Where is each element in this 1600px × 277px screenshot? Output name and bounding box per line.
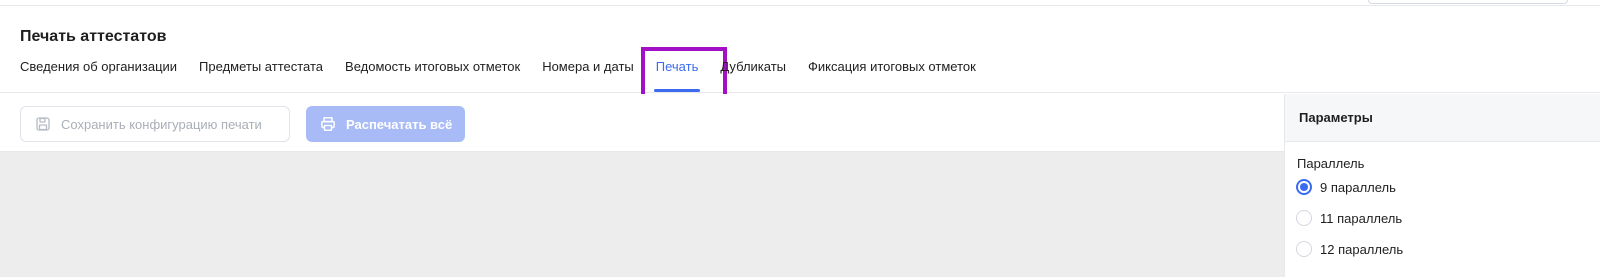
- parameters-title: Параметры: [1285, 94, 1600, 142]
- tab-certificate-subjects[interactable]: Предметы аттестата: [199, 53, 323, 93]
- page-title: Печать аттестатов: [20, 28, 167, 45]
- print-button-label: Распечатать всё: [346, 116, 453, 132]
- tab-label: Сведения об организации: [20, 59, 178, 74]
- parameters-panel: Параметры Параллель 9 параллель 11 парал…: [1284, 94, 1600, 277]
- radio-unchecked-icon[interactable]: [1296, 241, 1312, 257]
- main-content: Сохранить конфигурацию печати Распечатат…: [0, 94, 1284, 277]
- tab-grades-fixation[interactable]: Фиксация итоговых отметок: [808, 53, 976, 93]
- tab-label: Предметы аттестата: [199, 59, 324, 74]
- radio-option-label: 9 параллель: [1320, 179, 1396, 195]
- page-header: Печать аттестатов Сведения об организаци…: [0, 7, 1600, 109]
- radio-option-11-parallel[interactable]: 11 параллель: [1296, 210, 1402, 226]
- top-control-stub: [1368, 0, 1568, 4]
- tab-numbers-and-dates[interactable]: Номера и даты: [542, 53, 634, 93]
- radio-option-12-parallel[interactable]: 12 параллель: [1296, 241, 1403, 257]
- print-all-button[interactable]: Распечатать всё: [306, 106, 465, 142]
- tab-print[interactable]: Печать: [640, 47, 727, 109]
- tab-label: Ведомость итоговых отметок: [345, 59, 521, 74]
- tab-label: Печать: [655, 59, 699, 74]
- toolbar: Сохранить конфигурацию печати Распечатат…: [0, 94, 1284, 152]
- tab-duplicates[interactable]: Дубликаты: [720, 53, 786, 93]
- active-tab-indicator: [653, 89, 701, 92]
- tab-label: Фиксация итоговых отметок: [808, 59, 976, 74]
- radio-checked-icon[interactable]: [1296, 179, 1312, 195]
- printer-icon: [320, 116, 336, 132]
- parallel-group-label: Параллель: [1297, 156, 1365, 171]
- tab-organization-info[interactable]: Сведения об организации: [20, 53, 177, 93]
- tab-bar: Сведения об организации Предметы аттеста…: [20, 47, 998, 109]
- save-print-config-button[interactable]: Сохранить конфигурацию печати: [20, 106, 290, 142]
- tab-label: Дубликаты: [720, 59, 787, 74]
- radio-option-label: 11 параллель: [1320, 210, 1403, 226]
- save-button-label: Сохранить конфигурацию печати: [61, 116, 262, 132]
- top-strip: [0, 0, 1600, 6]
- radio-unchecked-icon[interactable]: [1296, 210, 1312, 226]
- tab-label: Номера и даты: [542, 59, 634, 74]
- radio-option-9-parallel[interactable]: 9 параллель: [1296, 179, 1396, 195]
- tab-final-grades-sheet[interactable]: Ведомость итоговых отметок: [345, 53, 520, 93]
- radio-option-label: 12 параллель: [1320, 241, 1404, 257]
- floppy-disk-icon: [35, 116, 51, 132]
